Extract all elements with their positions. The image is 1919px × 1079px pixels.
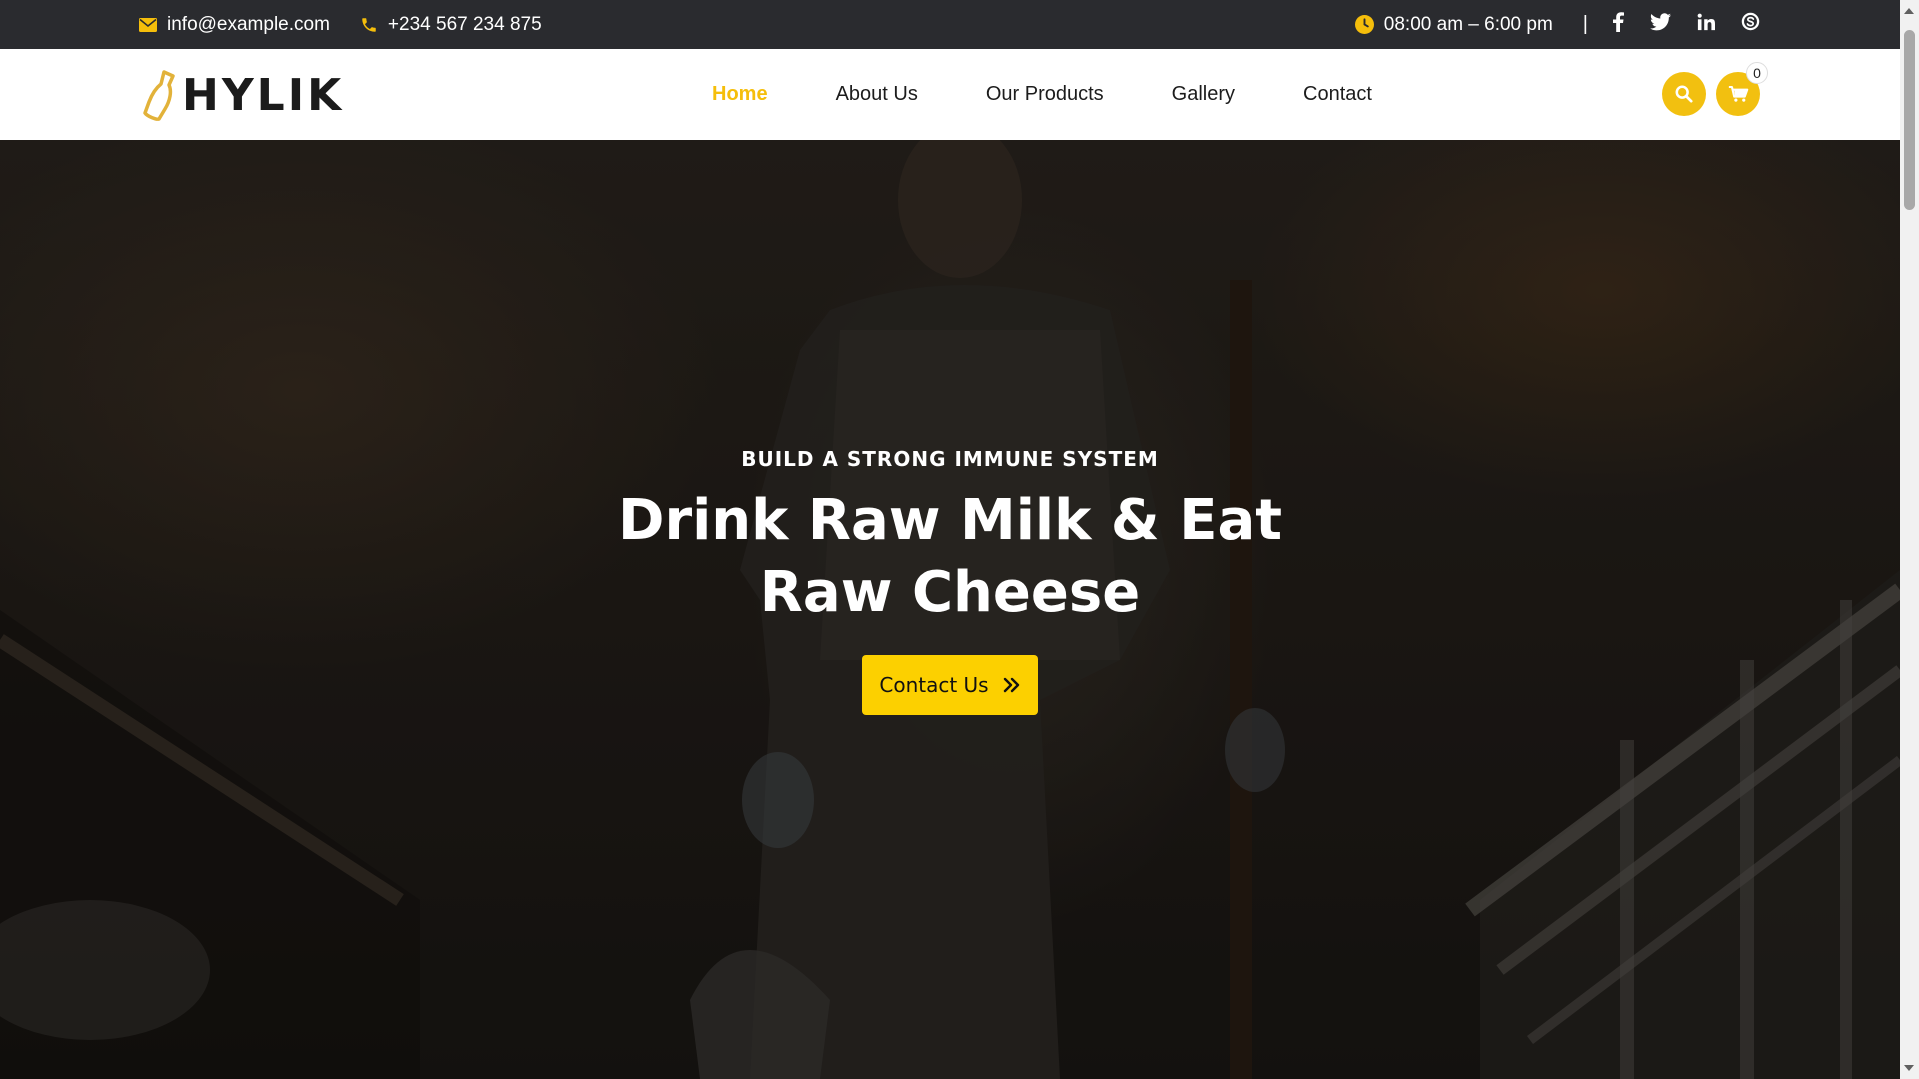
contact-us-button[interactable]: Contact Us: [862, 655, 1038, 715]
email-text[interactable]: info@example.com: [167, 14, 330, 36]
top-bar: info@example.com +234 567 234 875 08:00 …: [0, 0, 1900, 49]
scroll-down-arrow-icon[interactable]: [1904, 1065, 1914, 1071]
search-button[interactable]: [1662, 72, 1706, 116]
skype-icon[interactable]: [1741, 12, 1760, 37]
scrollbar-thumb[interactable]: [1904, 30, 1915, 210]
hero-banner: BUILD A STRONG IMMUNE SYSTEM Drink Raw M…: [0, 140, 1900, 1079]
nav-contact[interactable]: Contact: [1303, 83, 1372, 106]
hours-text: 08:00 am – 6:00 pm: [1383, 13, 1553, 35]
nav-home[interactable]: Home: [712, 83, 768, 106]
twitter-icon[interactable]: [1650, 12, 1671, 37]
search-icon: [1675, 85, 1693, 103]
facebook-icon[interactable]: [1612, 11, 1624, 38]
nav-our-products[interactable]: Our Products: [986, 83, 1104, 106]
logo-text: HYLIK: [182, 69, 345, 121]
hero-headline-line-2: Raw Cheese: [759, 560, 1141, 625]
nav-about-us[interactable]: About Us: [836, 83, 918, 106]
linkedin-icon[interactable]: [1697, 13, 1715, 37]
site-header: HYLIK Home About Us Our Products Gallery…: [0, 49, 1900, 140]
page-scrollbar[interactable]: [1900, 0, 1919, 1079]
divider: |: [1582, 13, 1588, 35]
social-links: [1612, 11, 1760, 38]
contact-us-label: Contact Us: [879, 673, 989, 697]
milk-bottle-icon: [143, 70, 175, 121]
phone-icon: [362, 17, 376, 32]
double-chevron-right-icon: [1003, 677, 1019, 693]
main-nav: Home About Us Our Products Gallery Conta…: [712, 49, 1372, 140]
hero-headline-line-1: Drink Raw Milk & Eat: [617, 488, 1283, 553]
hero-kicker: BUILD A STRONG IMMUNE SYSTEM: [741, 447, 1159, 471]
phone-contact[interactable]: +234 567 234 875: [360, 14, 542, 36]
header-actions: 0: [1662, 62, 1768, 116]
hero-headline: Drink Raw Milk & Eat Raw Cheese: [0, 485, 1900, 629]
cart-button[interactable]: 0: [1716, 62, 1768, 116]
hero-content: BUILD A STRONG IMMUNE SYSTEM Drink Raw M…: [0, 140, 1900, 1079]
business-hours: 08:00 am – 6:00 pm: [1354, 13, 1553, 36]
cart-icon: [1728, 85, 1748, 102]
clock-icon: [1354, 15, 1374, 34]
scroll-up-arrow-icon[interactable]: [1904, 8, 1914, 14]
site-logo[interactable]: HYLIK: [140, 69, 344, 121]
envelope-icon: [139, 17, 157, 32]
nav-gallery[interactable]: Gallery: [1172, 83, 1235, 106]
cart-count-badge: 0: [1746, 62, 1768, 84]
phone-text[interactable]: +234 567 234 875: [388, 14, 542, 36]
email-contact[interactable]: info@example.com: [139, 14, 330, 36]
